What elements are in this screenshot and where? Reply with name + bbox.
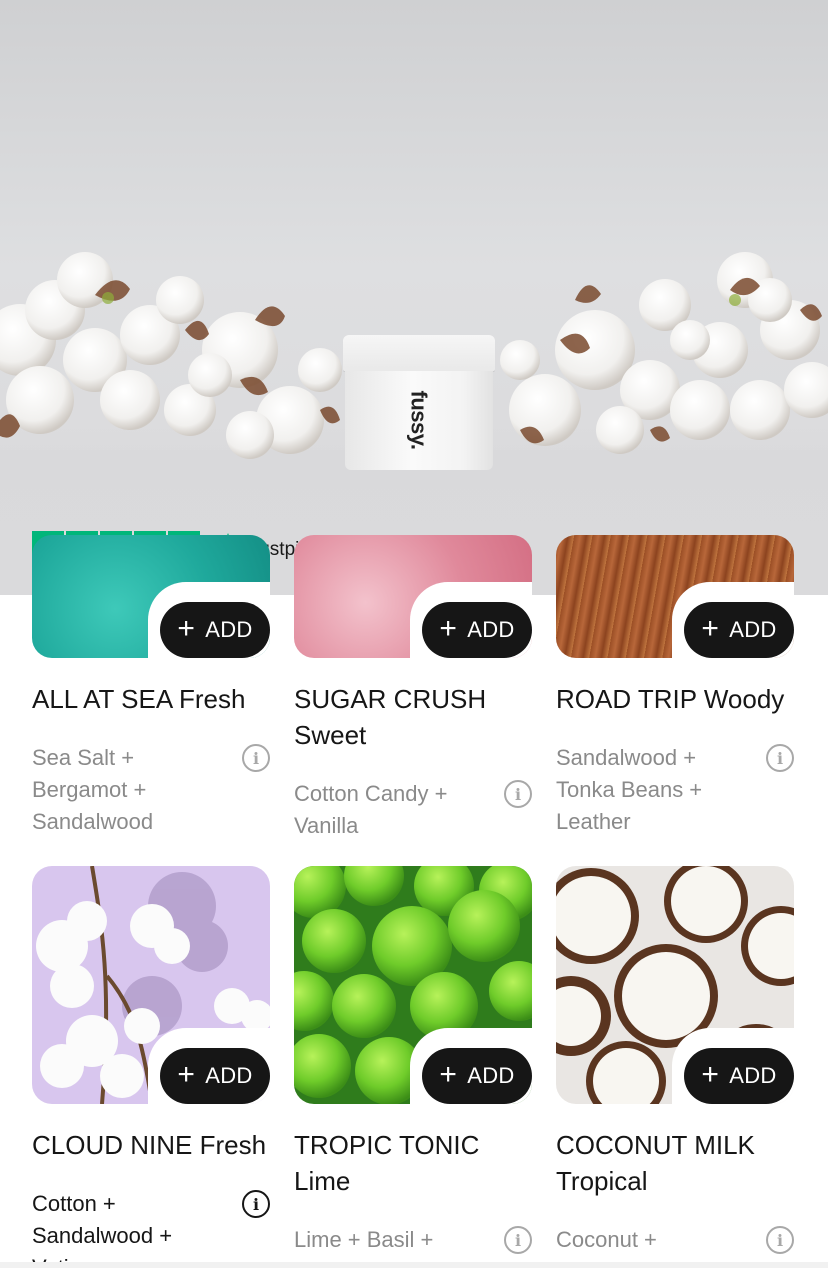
- product-notes: Cotton + Sandalwood + Vetiver: [32, 1191, 173, 1262]
- product-card[interactable]: + ADD ALL AT SEA Fresh Sea Salt + Bergamo…: [32, 535, 270, 845]
- product-card[interactable]: + ADD ROAD TRIP Woody Sandalwood + Tonka …: [556, 535, 794, 845]
- product-notes: Sandalwood + Tonka Beans + Leather: [556, 745, 703, 834]
- info-icon[interactable]: i: [242, 744, 270, 772]
- plus-icon: +: [177, 1057, 196, 1091]
- product-title[interactable]: COCONUT MILK Tropical: [556, 1127, 766, 1199]
- add-button[interactable]: + ADD: [160, 1048, 270, 1104]
- info-icon[interactable]: i: [766, 1226, 794, 1254]
- product-notes: Lime + Basil +: [294, 1227, 434, 1252]
- bottom-divider: [0, 1262, 828, 1268]
- hero-banner: fussy. Trustpilot: [0, 0, 828, 595]
- add-button[interactable]: + ADD: [684, 1048, 794, 1104]
- plus-icon: +: [177, 611, 196, 645]
- plus-icon: +: [439, 1057, 458, 1091]
- product-notes: Cotton Candy + Vanilla: [294, 781, 448, 838]
- add-button[interactable]: + ADD: [684, 602, 794, 658]
- jar-lid: [343, 335, 495, 371]
- info-icon[interactable]: i: [242, 1190, 270, 1218]
- plus-icon: +: [439, 611, 458, 645]
- info-icon[interactable]: i: [766, 744, 794, 772]
- brand-logo: fussy.: [406, 390, 432, 450]
- add-button[interactable]: + ADD: [422, 1048, 532, 1104]
- product-title[interactable]: ROAD TRIP Woody: [556, 681, 794, 717]
- product-card[interactable]: + ADD COCONUT MILK Tropical Coconut + i: [556, 866, 794, 1262]
- product-jar: fussy.: [343, 335, 495, 470]
- product-title[interactable]: TROPIC TONIC Lime: [294, 1127, 494, 1199]
- product-title[interactable]: ALL AT SEA Fresh: [32, 681, 270, 717]
- product-title[interactable]: CLOUD NINE Fresh: [32, 1127, 270, 1163]
- info-icon[interactable]: i: [504, 780, 532, 808]
- product-title[interactable]: SUGAR CRUSH Sweet: [294, 681, 494, 753]
- product-card[interactable]: + ADD TROPIC TONIC Lime Lime + Basil + i: [294, 866, 532, 1262]
- plus-icon: +: [701, 611, 720, 645]
- plus-icon: +: [701, 1057, 720, 1091]
- info-icon[interactable]: i: [504, 1226, 532, 1254]
- product-card[interactable]: + ADD CLOUD NINE Fresh Cotton + Sandalwoo…: [32, 866, 270, 1262]
- add-button[interactable]: + ADD: [422, 602, 532, 658]
- product-notes: Sea Salt + Bergamot + Sandalwood: [32, 745, 154, 834]
- add-button[interactable]: + ADD: [160, 602, 270, 658]
- product-card[interactable]: + ADD SUGAR CRUSH Sweet Cotton Candy + Va…: [294, 535, 532, 845]
- product-notes: Coconut +: [556, 1227, 657, 1252]
